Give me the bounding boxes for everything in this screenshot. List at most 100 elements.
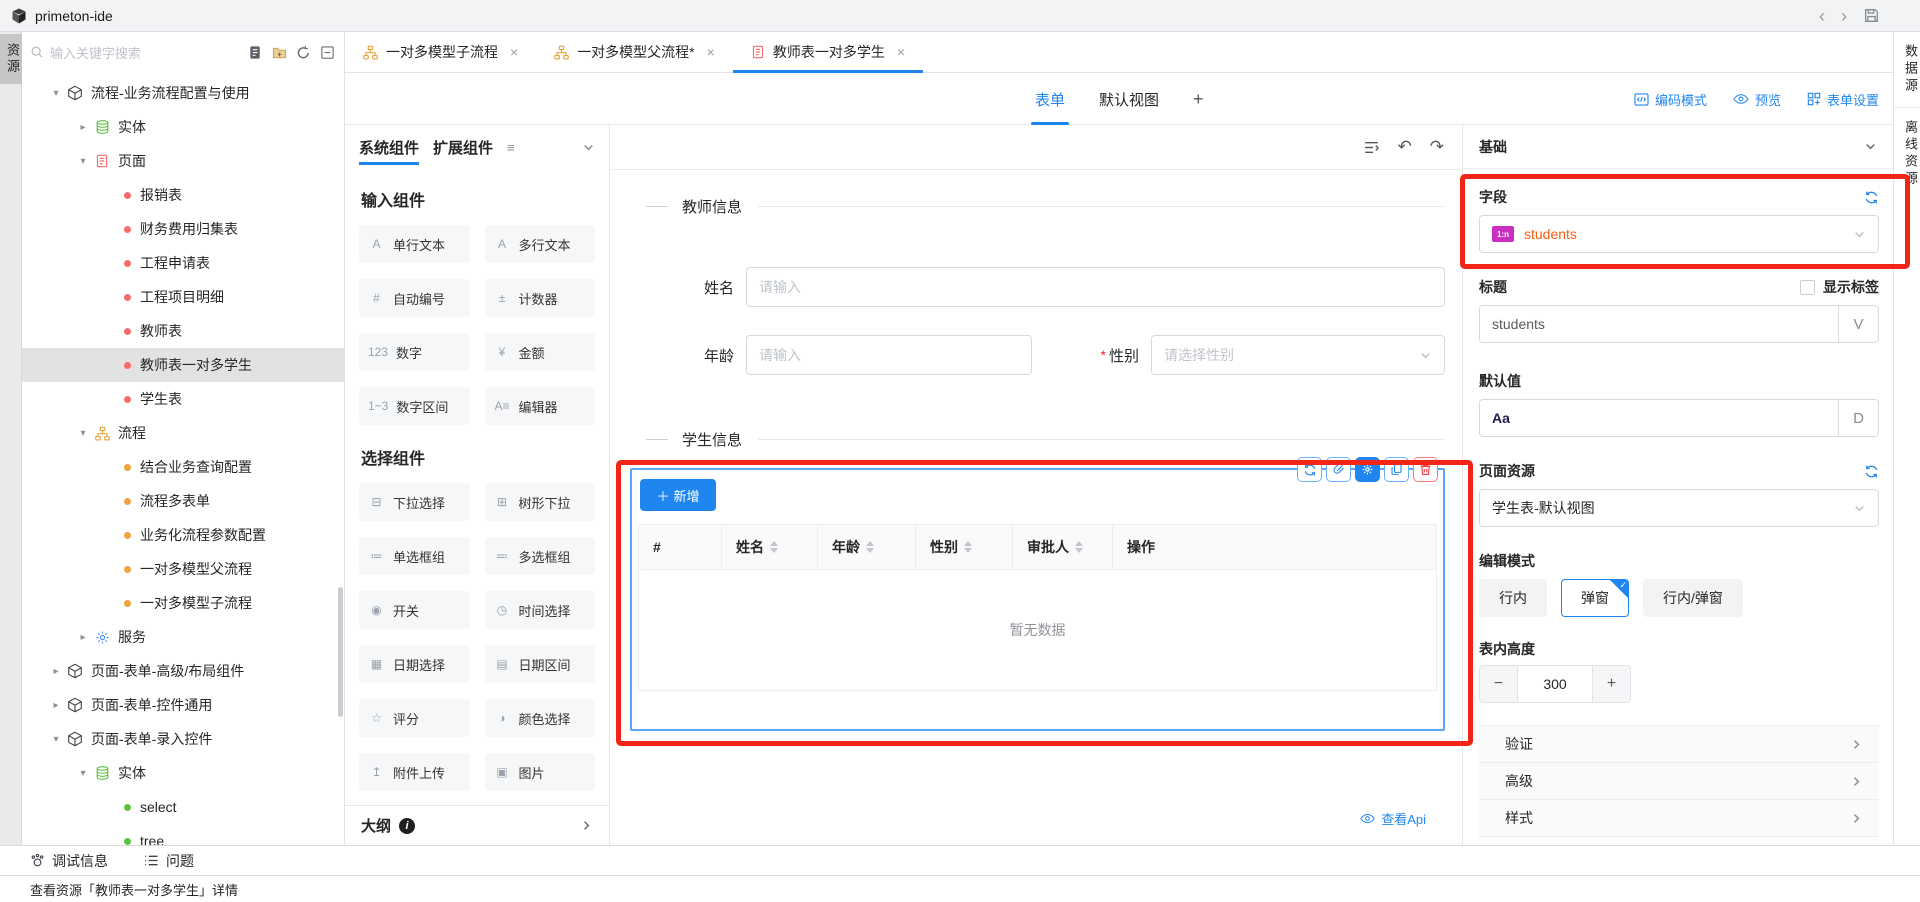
tree-item[interactable]: 业务化流程参数配置 bbox=[22, 518, 344, 552]
section-teacher-info[interactable]: 教师信息 bbox=[646, 196, 1445, 217]
stepper-plus-button[interactable]: + bbox=[1593, 665, 1631, 703]
stepper-value[interactable]: 300 bbox=[1517, 665, 1593, 703]
tree-item[interactable]: 一对多模型父流程 bbox=[22, 552, 344, 586]
strip-item-datasource[interactable]: 数据源 bbox=[1894, 32, 1920, 108]
edit-mode-option[interactable]: 行内 bbox=[1479, 579, 1547, 617]
tree-item[interactable]: ▾页面-表单-录入控件 bbox=[22, 722, 344, 756]
strip-item-offline[interactable]: 离线资源 bbox=[1894, 108, 1920, 200]
palette-item[interactable]: A多行文本 bbox=[485, 225, 596, 263]
tree-item[interactable]: 教师表 bbox=[22, 314, 344, 348]
tree-item[interactable]: 学生表 bbox=[22, 382, 344, 416]
bottom-tab-debug[interactable]: 调试信息 bbox=[30, 851, 108, 871]
tree-item[interactable]: ▸服务 bbox=[22, 620, 344, 654]
nav-forward-icon[interactable]: › bbox=[1841, 7, 1847, 25]
tree-item[interactable]: 流程多表单 bbox=[22, 484, 344, 518]
view-tab[interactable]: 默认视图 bbox=[1099, 73, 1159, 125]
tree-item[interactable]: 教师表一对多学生 bbox=[22, 348, 344, 382]
default-suffix-button[interactable]: D bbox=[1838, 400, 1878, 436]
tree-item[interactable]: select bbox=[22, 790, 344, 824]
page-resource-sync-icon[interactable] bbox=[1864, 464, 1879, 479]
tree-expander-icon[interactable]: ▾ bbox=[77, 428, 89, 439]
action-eye[interactable]: 预览 bbox=[1733, 90, 1781, 109]
tab-close-icon[interactable]: × bbox=[510, 44, 518, 60]
tree-expander-icon[interactable]: ▸ bbox=[77, 632, 89, 643]
tree-item[interactable]: tree bbox=[22, 824, 344, 845]
palette-item[interactable]: ⊞树形下拉 bbox=[485, 483, 596, 521]
students-table-widget[interactable]: ＋新增 #姓名年龄性别审批人操作 暂无数据 bbox=[630, 468, 1445, 731]
editor-tab[interactable]: 教师表一对多学生× bbox=[733, 32, 923, 72]
redo-icon[interactable]: ↷ bbox=[1430, 137, 1444, 157]
accordion-高级[interactable]: 高级 bbox=[1479, 763, 1879, 800]
tree-item[interactable]: 财务费用归集表 bbox=[22, 212, 344, 246]
palette-item[interactable]: ▤日期区间 bbox=[485, 645, 596, 683]
age-input[interactable]: 请输入 bbox=[746, 335, 1032, 375]
palette-item[interactable]: ↥附件上传 bbox=[359, 753, 470, 791]
section-student-info[interactable]: 学生信息 bbox=[646, 429, 1445, 450]
tree-item[interactable]: 工程项目明细 bbox=[22, 280, 344, 314]
palette-item[interactable]: ≕多选框组 bbox=[485, 537, 596, 575]
stepper-minus-button[interactable]: − bbox=[1479, 665, 1517, 703]
tree-item[interactable]: ▾流程-业务流程配置与使用 bbox=[22, 76, 344, 110]
view-tab[interactable]: 表单 bbox=[1035, 73, 1065, 125]
tree-item[interactable]: ▾流程 bbox=[22, 416, 344, 450]
table-column-header[interactable]: 审批人 bbox=[1013, 525, 1113, 569]
widget-link-icon[interactable] bbox=[1326, 457, 1351, 482]
palette-item[interactable]: ▣图片 bbox=[485, 753, 596, 791]
table-column-header[interactable]: 年龄 bbox=[818, 525, 916, 569]
view-api-link[interactable]: 查看Api bbox=[1360, 809, 1426, 828]
tree-item[interactable]: ▸页面-表单-控件通用 bbox=[22, 688, 344, 722]
palette-item[interactable]: ⊟下拉选择 bbox=[359, 483, 470, 521]
widget-settings-gear-icon[interactable] bbox=[1355, 457, 1380, 482]
field-sync-icon[interactable] bbox=[1864, 190, 1879, 205]
name-input[interactable]: 请输入 bbox=[746, 267, 1445, 307]
import-resource-icon[interactable] bbox=[247, 44, 264, 61]
nav-back-icon[interactable]: ‹ bbox=[1819, 7, 1825, 25]
refresh-icon[interactable] bbox=[295, 44, 312, 61]
tree-item[interactable]: ▸实体 bbox=[22, 110, 344, 144]
structure-icon[interactable] bbox=[1363, 139, 1380, 156]
undo-icon[interactable]: ↶ bbox=[1398, 137, 1412, 157]
add-row-button[interactable]: ＋新增 bbox=[640, 479, 716, 511]
tree-item[interactable]: 一对多模型子流程 bbox=[22, 586, 344, 620]
palette-item[interactable]: #自动编号 bbox=[359, 279, 470, 317]
page-resource-select[interactable]: 学生表-默认视图 bbox=[1479, 489, 1879, 527]
strip-item-resources[interactable]: 资源 bbox=[0, 34, 22, 84]
show-label-checkbox[interactable] bbox=[1800, 280, 1815, 295]
table-column-header[interactable]: 性别 bbox=[916, 525, 1013, 569]
widget-copy-icon[interactable] bbox=[1384, 457, 1409, 482]
palette-collapse-icon[interactable] bbox=[582, 141, 595, 154]
tree-item[interactable]: 报销表 bbox=[22, 178, 344, 212]
editor-tab[interactable]: 一对多模型父流程*× bbox=[536, 32, 733, 72]
tree-item[interactable]: 工程申请表 bbox=[22, 246, 344, 280]
palette-item[interactable]: ▦日期选择 bbox=[359, 645, 470, 683]
widget-delete-icon[interactable] bbox=[1413, 457, 1438, 482]
tree-item[interactable]: ▾页面 bbox=[22, 144, 344, 178]
tree-expander-icon[interactable]: ▾ bbox=[50, 734, 62, 745]
sidebar-scrollbar[interactable] bbox=[338, 587, 343, 717]
accordion-验证[interactable]: 验证 bbox=[1479, 726, 1879, 763]
palette-item[interactable]: ¥金额 bbox=[485, 333, 596, 371]
palette-tab-system[interactable]: 系统组件 bbox=[359, 125, 419, 169]
tree-expander-icon[interactable]: ▾ bbox=[77, 768, 89, 779]
palette-item[interactable]: 1~3数字区间 bbox=[359, 387, 470, 425]
accordion-样式[interactable]: 样式 bbox=[1479, 800, 1879, 837]
tree-item[interactable]: ▾实体 bbox=[22, 756, 344, 790]
widget-sync-icon[interactable] bbox=[1297, 457, 1322, 482]
collapse-all-icon[interactable] bbox=[319, 44, 336, 61]
field-row-name[interactable]: 姓名 请输入 bbox=[704, 267, 1445, 307]
tab-close-icon[interactable]: × bbox=[897, 44, 905, 60]
palette-item[interactable]: ◷时间选择 bbox=[485, 591, 596, 629]
palette-item[interactable]: ±计数器 bbox=[485, 279, 596, 317]
palette-tab-extension[interactable]: 扩展组件 bbox=[433, 125, 493, 169]
edit-mode-option[interactable]: 行内/弹窗 bbox=[1643, 579, 1743, 617]
action-code[interactable]: 编码模式 bbox=[1634, 90, 1707, 109]
palette-item[interactable]: 123数字 bbox=[359, 333, 470, 371]
action-grid4[interactable]: 表单设置 bbox=[1807, 90, 1879, 109]
tree-expander-icon[interactable]: ▾ bbox=[50, 88, 62, 99]
gender-select[interactable]: 请选择性别 bbox=[1151, 335, 1445, 375]
field-select[interactable]: 1:n students bbox=[1479, 215, 1879, 253]
sidebar-search[interactable]: 输入关键字搜索 bbox=[30, 37, 336, 67]
sort-icons[interactable] bbox=[770, 541, 778, 553]
title-input[interactable]: students V bbox=[1479, 305, 1879, 343]
tree-expander-icon[interactable]: ▸ bbox=[50, 666, 62, 677]
